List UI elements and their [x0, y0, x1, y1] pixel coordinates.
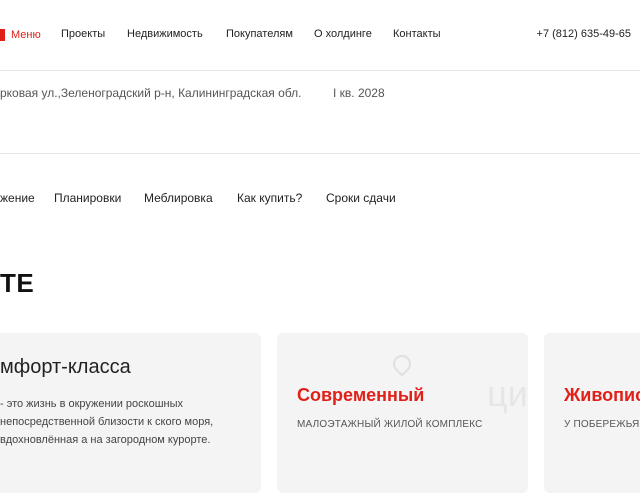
section-heading: ТЕ — [0, 268, 35, 298]
divider — [0, 153, 640, 154]
tab-how-to-buy[interactable]: Как купить? — [237, 191, 302, 205]
feature-card: Живопис У ПОБЕРЕЖЬЯ — [544, 333, 640, 493]
nav-link-projects[interactable]: Проекты — [61, 28, 105, 40]
card-title: Живопис — [564, 385, 640, 405]
nav-link-contacts[interactable]: Контакты — [393, 28, 441, 40]
card-title: мфорт-класса — [0, 356, 131, 378]
card-title: Современный — [297, 385, 425, 405]
phone-link[interactable]: +7 (812) 635-49-65 — [537, 28, 631, 40]
menu-button[interactable]: Меню — [0, 27, 41, 43]
tab-furnishing[interactable]: Меблировка — [144, 191, 213, 205]
card-subtitle: МАЛОЭТАЖНЫЙ ЖИЛОЙ КОМПЛЕКС — [297, 419, 483, 430]
menu-icon — [0, 29, 5, 41]
card-subtitle: У ПОБЕРЕЖЬЯ — [564, 419, 640, 430]
card-body: - это жизнь в окружении роскошных непоср… — [0, 398, 214, 446]
completion-date: I кв. 2028 — [333, 86, 385, 100]
tab-deadlines[interactable]: Сроки сдачи — [326, 191, 396, 205]
feature-card: циан Современный МАЛОЭТАЖНЫЙ ЖИЛОЙ КОМПЛ… — [277, 333, 528, 493]
top-navigation: Меню Проекты Недвижимость Покупателям О … — [0, 0, 640, 71]
map-pin-icon — [389, 351, 415, 377]
watermark: циан — [487, 373, 528, 414]
tab-layouts[interactable]: Планировки — [54, 191, 121, 205]
nav-link-buyers[interactable]: Покупателям — [226, 28, 293, 40]
feature-card: мфорт-класса - это жизнь в окружении рос… — [0, 333, 261, 493]
menu-label: Меню — [11, 29, 41, 41]
nav-link-about[interactable]: О холдинге — [314, 28, 372, 40]
address-text: рковая ул.,Зеленоградский р-н, Калинингр… — [0, 86, 302, 100]
tab-location[interactable]: жение — [0, 191, 35, 205]
nav-link-realty[interactable]: Недвижимость — [127, 28, 203, 40]
